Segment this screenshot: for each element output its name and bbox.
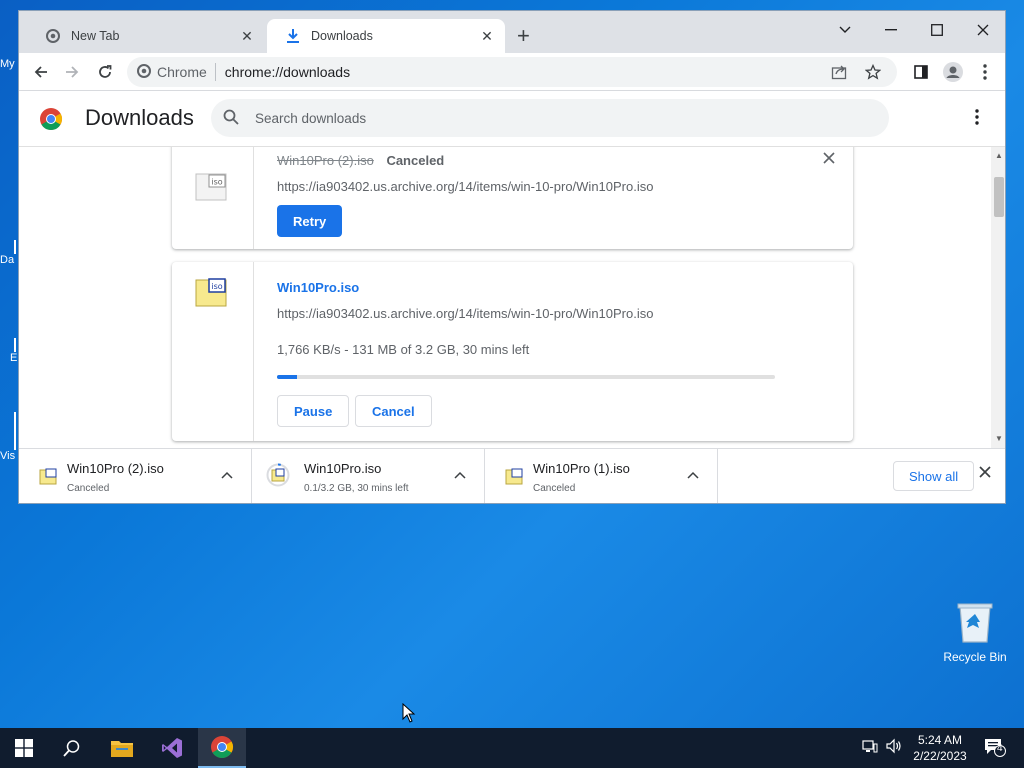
progress-fill xyxy=(277,375,297,379)
tab-new-tab[interactable]: New Tab ✕ xyxy=(27,19,265,53)
desktop-icon-label[interactable]: Da xyxy=(0,240,20,266)
recycle-bin-icon xyxy=(956,600,994,644)
tab-search-chevron-icon[interactable] xyxy=(825,17,865,43)
scroll-down-arrow-icon[interactable]: ▼ xyxy=(995,434,1003,443)
omnibox-site-label: Chrome xyxy=(157,64,207,80)
mouse-cursor-icon xyxy=(402,702,416,728)
iso-file-icon: iso xyxy=(195,171,227,201)
download-url[interactable]: https://ia903402.us.archive.org/14/items… xyxy=(277,179,653,194)
remove-download-icon[interactable] xyxy=(823,151,835,169)
forward-arrow-icon[interactable] xyxy=(60,61,84,83)
cancel-button[interactable]: Cancel xyxy=(355,395,432,427)
chrome-logo-icon xyxy=(39,107,63,131)
scroll-up-arrow-icon[interactable]: ▲ xyxy=(995,151,1003,160)
desktop-icon-label[interactable]: E xyxy=(0,338,20,364)
taskbar: 5:24 AM 2/22/2023 4 xyxy=(0,728,1024,768)
recycle-bin-label: Recycle Bin xyxy=(943,650,1007,664)
iso-file-icon xyxy=(505,467,523,485)
desktop-icon-label[interactable]: Vis xyxy=(0,412,20,462)
shelf-file-name: Win10Pro (2).iso xyxy=(67,461,164,476)
file-explorer-icon[interactable] xyxy=(98,728,146,768)
maximize-button[interactable] xyxy=(917,17,957,43)
omnibox-separator xyxy=(214,63,216,81)
search-placeholder: Search downloads xyxy=(255,110,367,126)
network-icon[interactable] xyxy=(862,738,878,757)
visual-studio-icon[interactable] xyxy=(148,728,196,768)
search-button[interactable] xyxy=(48,728,96,768)
new-tab-button[interactable]: + xyxy=(517,25,530,47)
svg-text:iso: iso xyxy=(211,282,222,291)
progress-ring-icon xyxy=(266,463,290,487)
clock-time: 5:24 AM xyxy=(917,733,963,747)
download-url[interactable]: https://ia903402.us.archive.org/14/items… xyxy=(277,306,653,321)
download-progress-text: 1,766 KB/s - 131 MB of 3.2 GB, 30 mins l… xyxy=(277,342,530,357)
close-tab-icon[interactable]: ✕ xyxy=(479,28,495,45)
downloads-menu-icon[interactable] xyxy=(975,109,979,130)
iso-file-icon: iso xyxy=(195,277,227,307)
iso-file-icon xyxy=(39,467,57,485)
chrome-window: New Tab ✕ Downloads ✕ + Chrome chrome://… xyxy=(18,10,1006,504)
show-all-button[interactable]: Show all xyxy=(893,461,975,491)
tab-downloads[interactable]: Downloads ✕ xyxy=(267,19,505,53)
search-icon xyxy=(223,109,239,128)
tab-label: New Tab xyxy=(71,29,120,43)
chrome-taskbar-icon[interactable] xyxy=(198,728,246,768)
page-title: Downloads xyxy=(85,105,194,130)
start-button[interactable] xyxy=(0,728,48,768)
close-window-button[interactable] xyxy=(963,17,1003,43)
close-tab-icon[interactable]: ✕ xyxy=(239,28,255,45)
download-file-name[interactable]: Win10Pro.iso xyxy=(277,280,359,295)
recycle-bin[interactable]: Recycle Bin xyxy=(940,600,1010,664)
shelf-item[interactable]: Win10Pro.iso 0.1/3.2 GB, 30 mins left xyxy=(252,449,485,503)
downloads-list: iso Win10Pro (2).iso Canceled https://ia… xyxy=(19,147,1005,448)
download-shelf: Win10Pro (2).iso Canceled Win10Pro.iso 0… xyxy=(19,448,1005,503)
download-file-name[interactable]: Win10Pro (2).iso Canceled xyxy=(277,153,444,168)
tab-strip: New Tab ✕ Downloads ✕ + xyxy=(19,11,1005,53)
tab-label: Downloads xyxy=(311,29,373,43)
address-bar[interactable]: Chrome chrome://downloads xyxy=(127,57,897,87)
bookmark-star-icon[interactable] xyxy=(864,63,882,83)
clock-date: 2/22/2023 xyxy=(913,749,967,763)
system-clock[interactable]: 5:24 AM 2/22/2023 xyxy=(905,732,975,764)
omnibox-url: chrome://downloads xyxy=(224,64,351,80)
notification-center-icon[interactable]: 4 xyxy=(984,737,1006,760)
shelf-file-name: Win10Pro.iso xyxy=(304,461,382,476)
browser-toolbar: Chrome chrome://downloads xyxy=(19,53,1005,91)
svg-text:iso: iso xyxy=(211,178,222,187)
close-shelf-icon[interactable] xyxy=(979,465,991,483)
shelf-file-status: 0.1/3.2 GB, 30 mins left xyxy=(304,483,409,494)
download-card-in-progress: iso Win10Pro.iso https://ia903402.us.arc… xyxy=(172,262,853,441)
search-input[interactable]: Search downloads xyxy=(211,99,889,137)
shelf-item[interactable]: Win10Pro (1).iso Canceled xyxy=(485,449,718,503)
shelf-file-status: Canceled xyxy=(67,483,110,494)
scrollbar-thumb[interactable] xyxy=(994,177,1004,217)
back-arrow-icon[interactable] xyxy=(29,61,53,83)
browser-menu-icon[interactable] xyxy=(973,61,997,83)
chevron-up-icon[interactable] xyxy=(454,468,466,482)
downloads-header: Downloads Search downloads xyxy=(19,91,1005,147)
shelf-item[interactable]: Win10Pro (2).iso Canceled xyxy=(19,449,252,503)
volume-icon[interactable] xyxy=(886,738,902,757)
minimize-button[interactable] xyxy=(871,17,911,43)
download-card-canceled: iso Win10Pro (2).iso Canceled https://ia… xyxy=(172,147,853,249)
chrome-icon xyxy=(137,63,151,81)
download-progress-bar xyxy=(277,375,775,379)
chrome-icon xyxy=(45,28,61,44)
retry-button[interactable]: Retry xyxy=(277,205,343,237)
side-panel-icon[interactable] xyxy=(909,61,933,83)
reload-icon[interactable] xyxy=(93,61,117,83)
chevron-up-icon[interactable] xyxy=(687,468,699,482)
download-status: Canceled xyxy=(386,153,445,168)
share-icon[interactable] xyxy=(831,64,847,83)
pause-button[interactable]: Pause xyxy=(277,395,350,427)
desktop-icon-label[interactable]: My xyxy=(0,58,20,70)
download-icon xyxy=(285,28,301,44)
shelf-file-name: Win10Pro (1).iso xyxy=(533,461,630,476)
profile-avatar-icon[interactable] xyxy=(941,61,965,83)
chevron-up-icon[interactable] xyxy=(221,468,233,482)
notification-count: 4 xyxy=(997,743,1003,754)
vertical-scrollbar[interactable]: ▲ ▼ xyxy=(991,147,1005,448)
shelf-file-status: Canceled xyxy=(533,483,576,494)
